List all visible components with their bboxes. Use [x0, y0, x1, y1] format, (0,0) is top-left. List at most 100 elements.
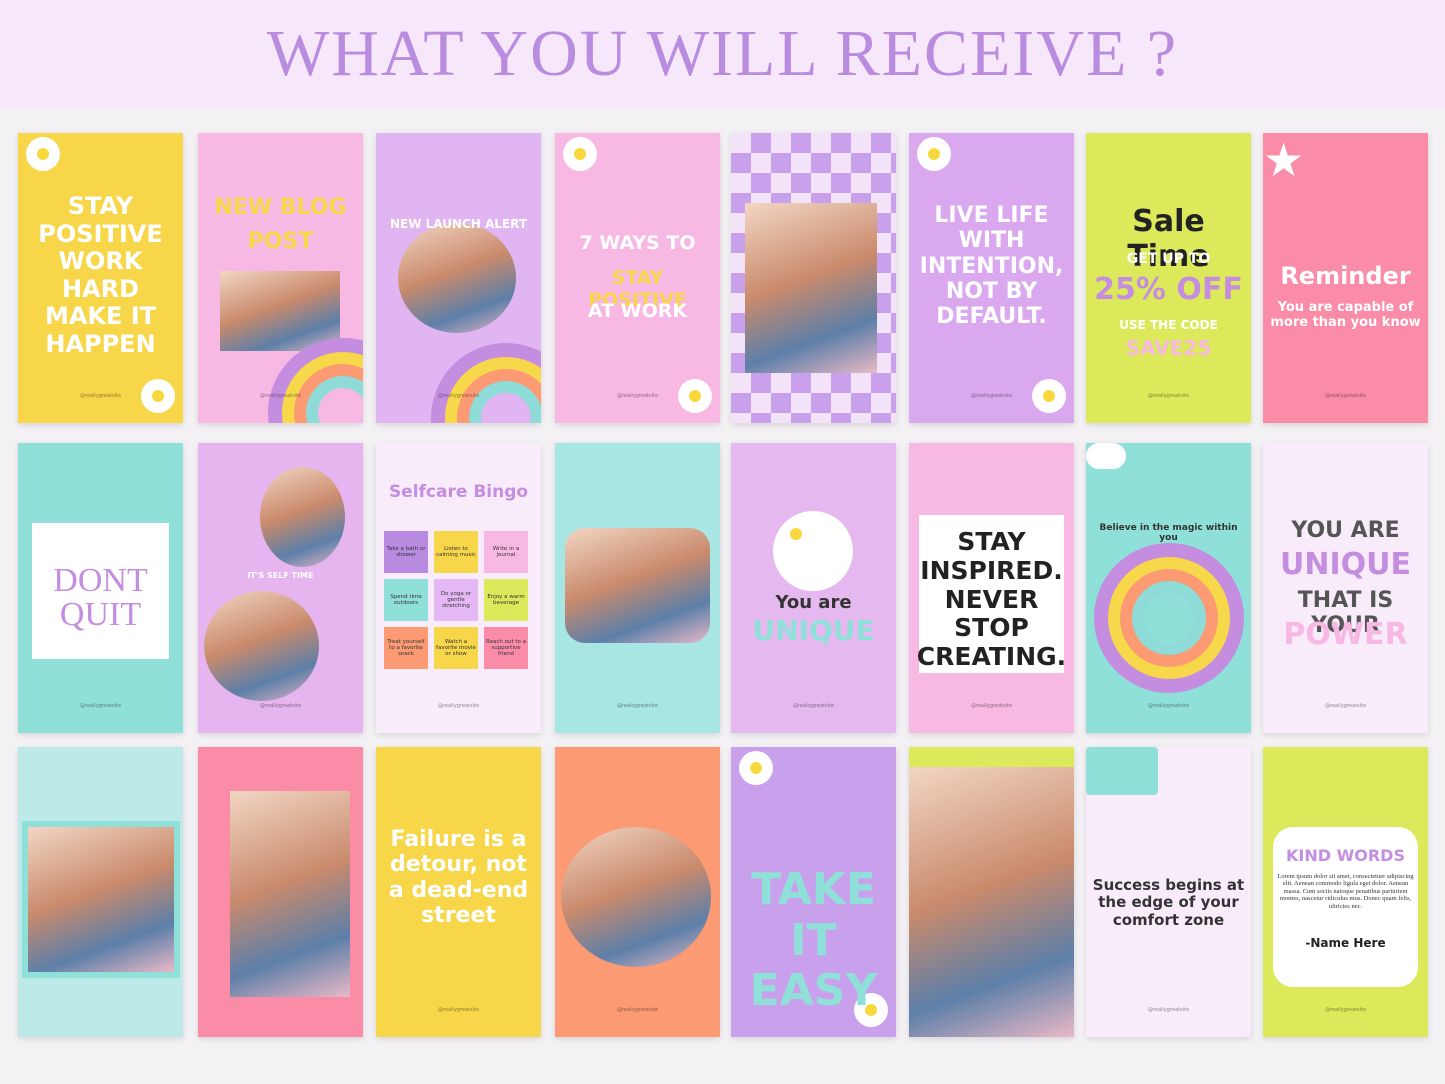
handle-text: @reallygreatsite [437, 1007, 480, 1013]
card-text: USE THE CODE [1119, 318, 1218, 332]
template-card[interactable]: Believe in the magic within you @reallygr… [1086, 443, 1251, 733]
card-text: NEW BLOG [214, 195, 347, 220]
template-card[interactable]: Failure is a detour, not a dead-end stre… [376, 747, 541, 1037]
photo-image [561, 827, 711, 967]
template-card[interactable]: @reallygreatsite [555, 443, 720, 733]
card-text: UNIQUE [1280, 547, 1411, 582]
envelope-icon [1086, 747, 1158, 795]
card-text: POST [247, 229, 314, 254]
card-text: Believe in the magic within you [1099, 523, 1238, 544]
card-text: GET UP TO [1126, 251, 1211, 267]
handle-text: @reallygreatsite [616, 393, 659, 399]
card-text: You are capable of more than you know [1270, 300, 1421, 330]
template-card[interactable]: Success begins at the edge of your comfo… [1086, 747, 1251, 1037]
bingo-cell: Watch a favorite movie or show [434, 627, 478, 669]
template-card[interactable]: NEW BLOG POST @reallygreatsite [198, 133, 363, 423]
daisy-icon [567, 141, 593, 167]
template-card[interactable]: You are UNIQUE @reallygreatsite [731, 443, 896, 733]
card-text: Selfcare Bingo [388, 482, 529, 502]
card-text: TAKE IT EASY [749, 864, 878, 1017]
handle-text: @reallygreatsite [1147, 1007, 1190, 1013]
card-text: STAY POSITIVE WORK HARD MAKE IT HAPPEN [38, 192, 163, 358]
template-card[interactable]: @reallygreatsite [555, 747, 720, 1037]
bingo-cell: Do yoga or gentle stretching [434, 579, 478, 621]
bingo-cell: Write in a journal [484, 531, 528, 573]
template-card[interactable]: TAKE IT EASY [731, 747, 896, 1037]
photo-image [204, 591, 319, 701]
handle-text: @reallygreatsite [437, 393, 480, 399]
header-banner: WHAT YOU WILL RECEIVE ? [0, 0, 1445, 107]
daisy-icon [921, 141, 947, 167]
bingo-cell: Treat yourself to a favorite snack [384, 627, 428, 669]
template-card[interactable]: 7 WAYS TO STAY POSITIVE AT WORK @reallygrea… [555, 133, 720, 423]
bingo-cell: Reach out to a supportive friend [484, 627, 528, 669]
photo-image [909, 767, 1074, 1037]
card-text: Reminder [1280, 262, 1411, 290]
star-icon: ★ [1263, 133, 1305, 187]
template-card[interactable] [198, 747, 363, 1037]
card-text: You are [775, 592, 852, 613]
rainbow-graphic [431, 343, 541, 423]
card-text: -Name Here [1305, 936, 1386, 950]
template-card[interactable]: KIND WORDS Lorem ipsum dolor sit amet, co… [1263, 747, 1428, 1037]
bingo-cell: Enjoy a warm beverage [484, 579, 528, 621]
handle-text: @reallygreatsite [1147, 393, 1190, 399]
handle-text: @reallygreatsite [79, 393, 122, 399]
handle-text: @reallygreatsite [970, 393, 1013, 399]
card-text: STAY INSPIRED. NEVER STOP CREATING. [916, 527, 1067, 671]
template-card[interactable]: LIVE LIFE WITH INTENTION, NOT BY DEFAULT… [909, 133, 1074, 423]
card-text: YOU ARE [1291, 518, 1400, 543]
card-text: SAVE25 [1125, 336, 1212, 360]
handle-text: @reallygreatsite [792, 703, 835, 709]
card-text: LIVE LIFE WITH INTENTION, NOT BY DEFAULT… [919, 203, 1064, 330]
handle-text: @reallygreatsite [79, 703, 122, 709]
rainbow-graphic [1094, 543, 1244, 693]
template-card[interactable] [909, 747, 1074, 1037]
photo-image [565, 528, 710, 643]
handle-text: @reallygreatsite [616, 1007, 659, 1013]
card-text: 25% OFF [1094, 272, 1243, 307]
photo-image [220, 271, 340, 351]
card-text: QUIT [59, 596, 142, 633]
daisy-icon [30, 141, 56, 167]
card-text: Success begins at the edge of your comfo… [1092, 876, 1245, 929]
card-text: 7 WAYS TO [579, 232, 696, 254]
card-text: Failure is a detour, not a dead-end stre… [388, 827, 529, 928]
template-card[interactable]: IT'S SELF TIME @reallygreatsite [198, 443, 363, 733]
daisy-icon [743, 755, 769, 781]
template-card[interactable]: ★ Reminder You are capable of more than yo… [1263, 133, 1428, 423]
photo-image [230, 791, 350, 997]
template-card[interactable]: STAY POSITIVE WORK HARD MAKE IT HAPPEN @r… [18, 133, 183, 423]
bingo-cell: Take a bath or shower [384, 531, 428, 573]
handle-text: @reallygreatsite [437, 703, 480, 709]
bingo-grid: Take a bath or shower Listen to calming m… [384, 531, 533, 669]
photo-image [260, 467, 345, 567]
handle-text: @reallygreatsite [1147, 703, 1190, 709]
handle-text: @reallygreatsite [1324, 1007, 1367, 1013]
card-text: Lorem ipsum dolor sit amet, consectetuer… [1277, 873, 1414, 910]
photo-image [28, 827, 174, 972]
card-text: IT'S SELF TIME [247, 571, 314, 580]
template-card[interactable]: NEW LAUNCH ALERT @reallygreatsite [376, 133, 541, 423]
card-text: POWER [1283, 617, 1408, 652]
template-card[interactable]: DONT QUIT @reallygreatsite [18, 443, 183, 733]
handle-text: @reallygreatsite [259, 703, 302, 709]
handle-text: @reallygreatsite [1324, 703, 1367, 709]
card-text: KIND WORDS [1286, 846, 1405, 865]
bingo-cell: Spend time outdoors [384, 579, 428, 621]
card-text: AT WORK [587, 300, 688, 322]
template-card[interactable]: STAY INSPIRED. NEVER STOP CREATING. @real… [909, 443, 1074, 733]
cloud-icon [1086, 443, 1126, 469]
photo-image [398, 223, 516, 333]
card-text: NEW LAUNCH ALERT [389, 217, 528, 231]
bingo-cell: Listen to calming music [434, 531, 478, 573]
handle-text: @reallygreatsite [1324, 393, 1367, 399]
template-card[interactable]: Sale Time GET UP TO 25% OFF USE THE CODE SAV… [1086, 133, 1251, 423]
template-card[interactable]: YOU ARE UNIQUE THAT IS YOUR POWER @reallygre… [1263, 443, 1428, 733]
handle-text: @reallygreatsite [616, 703, 659, 709]
template-card[interactable] [18, 747, 183, 1037]
card-text: UNIQUE [752, 614, 875, 647]
daisy-icon [783, 521, 843, 581]
template-card[interactable] [731, 133, 896, 423]
template-card[interactable]: Take a bath or shower Listen to calming m… [376, 443, 541, 733]
